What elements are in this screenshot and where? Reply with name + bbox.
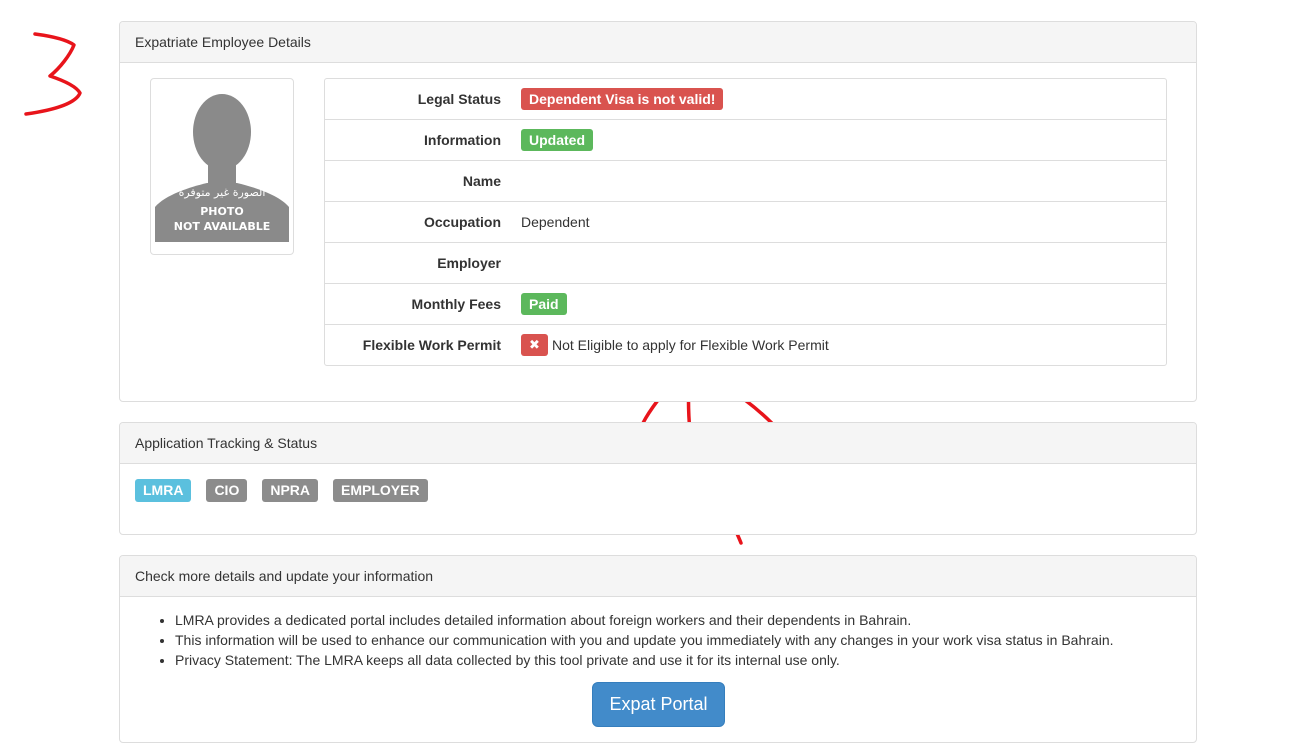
info-value: ✖ Not Eligible to apply for Flexible Wor… xyxy=(521,334,829,356)
info-label: Information xyxy=(424,132,501,148)
info-label: Flexible Work Permit xyxy=(362,337,501,353)
employee-info-table: Legal Status Dependent Visa is not valid… xyxy=(324,78,1167,366)
annotation-digit-three xyxy=(24,32,82,116)
list-item: Privacy Statement: The LMRA keeps all da… xyxy=(175,650,1114,670)
more-details-panel: Check more details and update your infor… xyxy=(119,555,1197,743)
stage-badge-lmra: LMRA xyxy=(135,479,192,502)
employee-details-panel: Expatriate Employee Details الصورة غير م… xyxy=(119,21,1197,402)
stage-badge-employer: EMPLOYER xyxy=(333,479,428,502)
panel-heading-employee-details: Expatriate Employee Details xyxy=(120,22,1196,63)
info-row-name: Name xyxy=(325,160,1166,201)
info-label: Occupation xyxy=(423,214,501,230)
info-row-flexible-work-permit: Flexible Work Permit ✖ Not Eligible to a… xyxy=(325,324,1166,365)
info-row-legal-status: Legal Status Dependent Visa is not valid… xyxy=(325,79,1166,119)
panel-heading-tracking: Application Tracking & Status xyxy=(120,423,1196,464)
info-label: Legal Status xyxy=(417,91,501,107)
monthly-fees-badge: Paid xyxy=(521,293,567,315)
info-value: Updated xyxy=(521,129,593,151)
application-tracking-panel: Application Tracking & Status LMRA CIO N… xyxy=(119,422,1197,535)
employee-photo: الصورة غير متوفرة PHOTO NOT AVAILABLE xyxy=(150,78,294,255)
info-label: Name xyxy=(462,173,501,189)
expat-portal-button[interactable]: Expat Portal xyxy=(592,682,725,727)
photo-caption-line2: NOT AVAILABLE xyxy=(173,220,271,233)
panel-heading-more-details: Check more details and update your infor… xyxy=(120,556,1196,597)
list-item: This information will be used to enhance… xyxy=(175,630,1114,650)
info-value: Dependent Visa is not valid! xyxy=(521,88,724,110)
flexible-permit-status-text: Not Eligible to apply for Flexible Work … xyxy=(552,337,829,353)
list-item: LMRA provides a dedicated portal include… xyxy=(175,610,1114,630)
photo-caption-arabic: الصورة غير متوفرة xyxy=(178,186,266,199)
info-row-information: Information Updated xyxy=(325,119,1166,160)
info-row-occupation: Occupation Dependent xyxy=(325,201,1166,242)
stage-badge-npra: NPRA xyxy=(262,479,318,502)
photo-placeholder: الصورة غير متوفرة PHOTO NOT AVAILABLE xyxy=(155,83,289,242)
info-bullet-list: LMRA provides a dedicated portal include… xyxy=(175,610,1114,670)
info-row-employer: Employer xyxy=(325,242,1166,283)
info-value: Paid xyxy=(521,293,567,315)
x-icon: ✖ xyxy=(521,334,548,356)
legal-status-badge: Dependent Visa is not valid! xyxy=(521,88,724,110)
info-value: Dependent xyxy=(521,214,590,230)
tracking-stages: LMRA CIO NPRA EMPLOYER xyxy=(135,479,443,502)
info-label: Monthly Fees xyxy=(411,296,501,312)
stage-badge-cio: CIO xyxy=(206,479,248,502)
info-row-monthly-fees: Monthly Fees Paid xyxy=(325,283,1166,324)
photo-caption-line1: PHOTO xyxy=(200,205,244,218)
information-badge: Updated xyxy=(521,129,593,151)
info-label: Employer xyxy=(437,255,501,271)
